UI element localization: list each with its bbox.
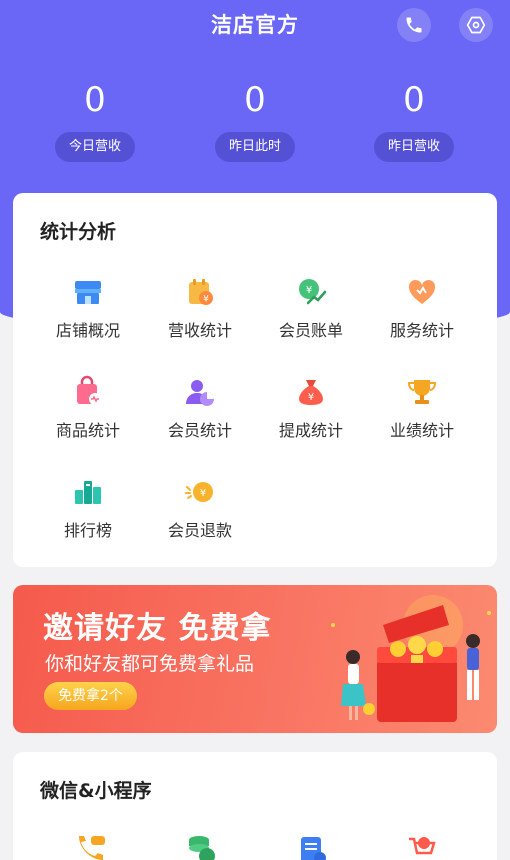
revenue-calendar-icon: ¥ [189, 279, 213, 305]
svg-text:¥: ¥ [203, 295, 209, 305]
wechat-title: 微信&小程序 [40, 780, 152, 802]
phone-icon [406, 17, 422, 33]
grid-item-store-overview[interactable]: 店铺概况 [33, 275, 143, 341]
gift-box-illustration [331, 595, 491, 722]
grid-item-label: 服务统计 [389, 321, 454, 340]
analysis-card: 统计分析 店铺概况 ¥ 营收统计 ¥ 会员账单 服务统计 商品统计 会员统计 ¥… [13, 193, 497, 567]
grid-item-service[interactable]: 服务统计 [367, 275, 477, 341]
cart-coin-icon[interactable] [406, 834, 438, 860]
coin-stack-icon[interactable] [185, 834, 217, 860]
grid-item-revenue[interactable]: ¥ 营收统计 [145, 275, 255, 341]
refund-coin-icon: ¥ [185, 482, 213, 502]
svg-text:¥: ¥ [200, 488, 206, 499]
banner-button[interactable]: 免费拿2个 [44, 682, 137, 710]
grid-item-product[interactable]: 商品统计 [33, 375, 143, 441]
member-bill-icon: ¥ [299, 279, 327, 305]
ranking-bars-icon [75, 481, 101, 504]
svg-text:¥: ¥ [308, 392, 314, 403]
grid-item-label: 会员退款 [167, 521, 232, 540]
stat-label: 昨日此时 [214, 132, 295, 162]
money-bag-icon: ¥ [299, 380, 323, 405]
banner-title: 邀请好友 免费拿 [43, 611, 272, 646]
shopping-bag-icon [77, 375, 101, 405]
banner-subtitle: 你和好友都可免费拿礼品 [45, 653, 255, 675]
wechat-card: 微信&小程序 [13, 752, 497, 860]
settings-button[interactable] [459, 8, 493, 42]
hexagon-settings-icon [466, 16, 486, 34]
grid-item-label: 会员账单 [278, 321, 343, 340]
grid-item-ranking[interactable]: 排行榜 [33, 475, 143, 541]
grid-item-label: 提成统计 [278, 421, 343, 440]
stat-label: 今日营收 [54, 132, 135, 162]
grid-item-label: 店铺概况 [55, 321, 120, 340]
grid-item-member-stats[interactable]: 会员统计 [145, 375, 255, 441]
grid-item-commission[interactable]: ¥ 提成统计 [256, 375, 366, 441]
grid-item-performance[interactable]: 业绩统计 [367, 375, 477, 441]
grid-item-label: 排行榜 [63, 521, 112, 540]
analysis-title: 统计分析 [40, 221, 117, 243]
phone-button[interactable] [397, 8, 431, 42]
grid-item-label: 业绩统计 [389, 421, 454, 440]
trophy-icon [407, 380, 437, 404]
stat-value: 0 [244, 80, 266, 120]
document-icon[interactable] [296, 834, 328, 860]
store-icon [75, 281, 101, 304]
grid-item-refund[interactable]: ¥ 会员退款 [145, 475, 255, 541]
member-pie-icon [186, 380, 214, 406]
stat-label: 昨日营收 [373, 132, 454, 162]
phone-chat-icon[interactable] [75, 834, 107, 860]
stat-value: 0 [84, 80, 106, 120]
invite-banner[interactable]: 邀请好友 免费拿 你和好友都可免费拿礼品 免费拿2个 [13, 585, 497, 733]
grid-item-label: 商品统计 [55, 421, 120, 440]
grid-item-member-bill[interactable]: ¥ 会员账单 [256, 275, 366, 341]
heart-service-icon [408, 279, 436, 304]
stat-today-revenue[interactable]: 0 今日营收 [35, 80, 155, 162]
stat-yesterday-same-time[interactable]: 0 昨日此时 [195, 80, 315, 162]
svg-text:¥: ¥ [306, 285, 312, 296]
grid-item-label: 营收统计 [167, 321, 232, 340]
page-title: 洁店官方 [211, 13, 299, 37]
stat-value: 0 [403, 80, 425, 120]
stat-yesterday-revenue[interactable]: 0 昨日营收 [354, 80, 474, 162]
grid-item-label: 会员统计 [167, 421, 232, 440]
